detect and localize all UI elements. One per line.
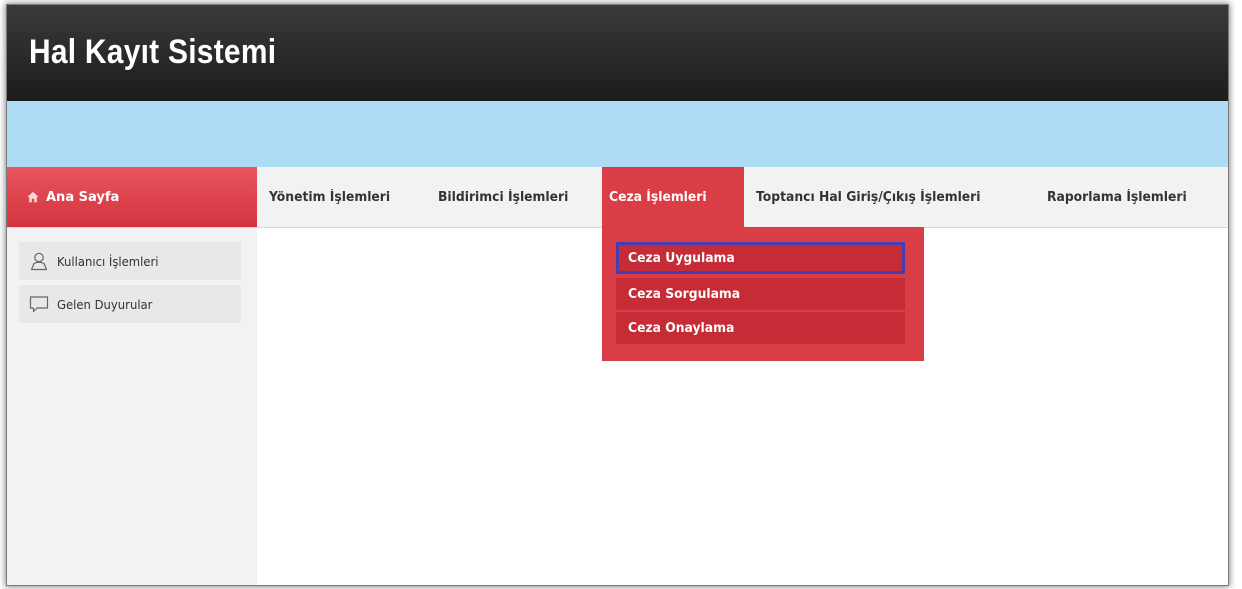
header-banner bbox=[7, 101, 1228, 167]
nav-item-label: Yönetim İşlemleri bbox=[269, 189, 391, 205]
nav-item-bildirimci[interactable]: Bildirimci İşlemleri bbox=[438, 167, 568, 227]
nav-item-yonetim[interactable]: Yönetim İşlemleri bbox=[269, 167, 390, 227]
nav-item-ceza[interactable]: Ceza İşlemleri bbox=[609, 167, 707, 227]
home-icon bbox=[27, 191, 39, 203]
dropdown-item-label: Ceza Onaylama bbox=[628, 320, 735, 336]
nav-home-label: Ana Sayfa bbox=[46, 189, 120, 205]
ceza-dropdown-menu: Ceza Uygulama Ceza Sorgulama Ceza Onayla… bbox=[602, 227, 924, 361]
main-navigation: Ana Sayfa Yönetim İşlemleri Bildirimci İ… bbox=[7, 167, 1228, 228]
nav-item-label: Raporlama İşlemleri bbox=[1047, 189, 1187, 205]
nav-item-toptanci[interactable]: Toptancı Hal Giriş/Çıkış İşlemleri bbox=[756, 167, 981, 227]
sidebar-item-kullanici-islemleri[interactable]: Kullanıcı İşlemleri bbox=[19, 242, 241, 280]
dropdown-item-label: Ceza Uygulama bbox=[628, 250, 735, 266]
dropdown-item-ceza-onaylama[interactable]: Ceza Onaylama bbox=[616, 312, 905, 344]
user-icon bbox=[29, 251, 49, 271]
nav-item-label: Ceza İşlemleri bbox=[609, 189, 707, 205]
sidebar: Kullanıcı İşlemleri Gelen Duyurular bbox=[7, 228, 257, 585]
nav-item-raporlama[interactable]: Raporlama İşlemleri bbox=[1047, 167, 1187, 227]
nav-item-label: Toptancı Hal Giriş/Çıkış İşlemleri bbox=[756, 189, 981, 205]
sidebar-item-label: Kullanıcı İşlemleri bbox=[57, 253, 159, 269]
nav-item-label: Bildirimci İşlemleri bbox=[438, 189, 569, 205]
dropdown-item-ceza-uygulama[interactable]: Ceza Uygulama bbox=[616, 242, 905, 274]
nav-home-tab[interactable]: Ana Sayfa bbox=[7, 167, 257, 227]
sidebar-item-label: Gelen Duyurular bbox=[57, 296, 153, 312]
speech-bubble-icon bbox=[29, 294, 49, 314]
dropdown-item-ceza-sorgulama[interactable]: Ceza Sorgulama bbox=[616, 278, 905, 310]
app-window: Hal Kayıt Sistemi Ana Sayfa Yönetim İşle… bbox=[6, 4, 1229, 586]
sidebar-item-gelen-duyurular[interactable]: Gelen Duyurular bbox=[19, 285, 241, 323]
app-header: Hal Kayıt Sistemi bbox=[7, 5, 1228, 101]
dropdown-item-label: Ceza Sorgulama bbox=[628, 286, 741, 302]
app-title: Hal Kayıt Sistemi bbox=[29, 33, 277, 71]
